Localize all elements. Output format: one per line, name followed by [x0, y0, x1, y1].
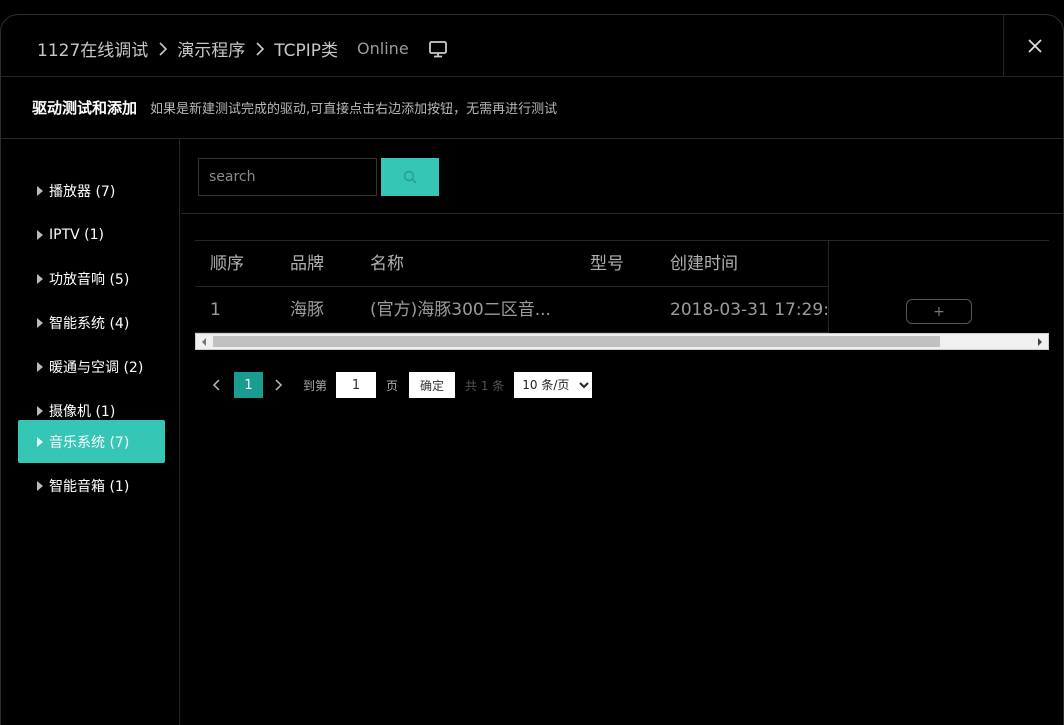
column-header-brand: 品牌 — [290, 254, 324, 274]
action-column: + — [828, 241, 1049, 333]
prev-page-button[interactable] — [206, 372, 226, 398]
sidebar-item-label: 摄像机 (1) — [49, 403, 116, 420]
column-header-order: 顺序 — [210, 254, 244, 274]
sidebar-item-label: IPTV (1) — [49, 226, 104, 243]
sidebar-item-label: 智能音箱 (1) — [49, 478, 130, 495]
add-driver-button[interactable]: + — [906, 299, 972, 324]
breadcrumb: 1127在线调试 演示程序 TCPIP类 Online — [37, 36, 448, 61]
caret-right-icon — [37, 317, 43, 328]
next-page-button[interactable] — [269, 372, 289, 398]
chevron-left-icon — [212, 379, 220, 391]
breadcrumb-item-tcpip[interactable]: TCPIP类 — [274, 36, 338, 61]
cell-order: 1 — [210, 300, 221, 320]
caret-right-icon — [37, 361, 43, 372]
section-title: 驱动测试和添加 — [32, 99, 138, 117]
main-panel: 顺序 品牌 名称 型号 创建时间 1 海豚 (官方)海豚300二区音... 20… — [181, 139, 1063, 725]
cell-model — [590, 287, 660, 333]
chevron-right-icon — [159, 41, 168, 56]
dialog-header: 1127在线调试 演示程序 TCPIP类 Online — [1, 15, 1063, 77]
sidebar-item-label: 智能系统 (4) — [49, 315, 130, 332]
goto-label: 到第 — [303, 378, 328, 393]
cell-name: (官方)海豚300二区音... — [370, 300, 551, 320]
close-button[interactable] — [1003, 15, 1063, 77]
caret-right-icon — [37, 229, 43, 240]
caret-right-icon — [37, 480, 43, 491]
goto-confirm-button[interactable]: 确定 — [409, 372, 456, 398]
pagination: 1 到第 页 确定 共 1 条 10 条/页 20 条/页 50 条/页 — [206, 372, 593, 398]
dialog-window: 1127在线调试 演示程序 TCPIP类 Online 驱动测试和添加 如果是新… — [0, 14, 1064, 725]
sidebar-item-label: 暖通与空调 (2) — [49, 359, 144, 376]
section-hint: 如果是新建测试完成的驱动,可直接点击右边添加按钮，无需再进行测试 — [150, 102, 558, 117]
caret-right-icon — [37, 185, 43, 196]
search-button[interactable] — [381, 158, 439, 196]
sidebar-item-smart-system[interactable]: 智能系统 (4) — [18, 301, 165, 344]
online-status: Online — [357, 39, 409, 58]
page-size-select[interactable]: 10 条/页 20 条/页 50 条/页 — [514, 372, 593, 398]
scroll-right-icon[interactable] — [1032, 334, 1048, 349]
subheader: 驱动测试和添加 如果是新建测试完成的驱动,可直接点击右边添加按钮，无需再进行测试 — [1, 77, 1063, 139]
sidebar-item-label: 功放音响 (5) — [49, 271, 130, 288]
sidebar-item-iptv[interactable]: IPTV (1) — [18, 213, 165, 256]
column-header-created: 创建时间 — [670, 254, 738, 274]
caret-right-icon — [37, 405, 43, 416]
column-header-name: 名称 — [370, 254, 404, 274]
search-icon — [403, 170, 417, 184]
cell-created: 2018-03-31 17:29:00 — [670, 300, 828, 320]
page-number-current[interactable]: 1 — [234, 372, 263, 398]
goto-page-input[interactable] — [336, 372, 377, 398]
sidebar-item-hvac[interactable]: 暖通与空调 (2) — [18, 345, 165, 388]
search-toolbar — [181, 139, 1063, 214]
breadcrumb-item-1127[interactable]: 1127在线调试 — [37, 36, 148, 61]
sidebar-item-label: 音乐系统 (7) — [49, 434, 130, 451]
category-sidebar: 播放器 (7) IPTV (1) 功放音响 (5) 智能系统 (4) 暖通与空调… — [1, 139, 180, 725]
search-input[interactable] — [198, 158, 377, 196]
scrollbar-thumb[interactable] — [213, 336, 940, 347]
page-suffix-label: 页 — [386, 378, 399, 393]
driver-table: 顺序 品牌 名称 型号 创建时间 1 海豚 (官方)海豚300二区音... 20… — [195, 240, 1049, 350]
cell-brand: 海豚 — [290, 300, 324, 320]
sidebar-item-amplifier[interactable]: 功放音响 (5) — [18, 257, 165, 300]
sidebar-item-player[interactable]: 播放器 (7) — [18, 169, 165, 212]
total-count: 共 1 条 — [465, 378, 505, 393]
sidebar-item-music-system[interactable]: 音乐系统 (7) — [18, 420, 165, 463]
horizontal-scrollbar[interactable] — [195, 333, 1049, 350]
column-header-model: 型号 — [590, 254, 624, 274]
close-icon — [1027, 39, 1042, 53]
breadcrumb-item-demo[interactable]: 演示程序 — [177, 36, 245, 61]
monitor-icon[interactable] — [428, 39, 448, 59]
sidebar-item-smart-speaker[interactable]: 智能音箱 (1) — [18, 464, 165, 507]
chevron-right-icon — [256, 41, 265, 56]
sidebar-item-label: 播放器 (7) — [49, 183, 116, 200]
scroll-left-icon[interactable] — [196, 334, 212, 349]
caret-right-icon — [37, 273, 43, 284]
chevron-right-icon — [275, 379, 283, 391]
caret-right-icon — [37, 436, 43, 447]
